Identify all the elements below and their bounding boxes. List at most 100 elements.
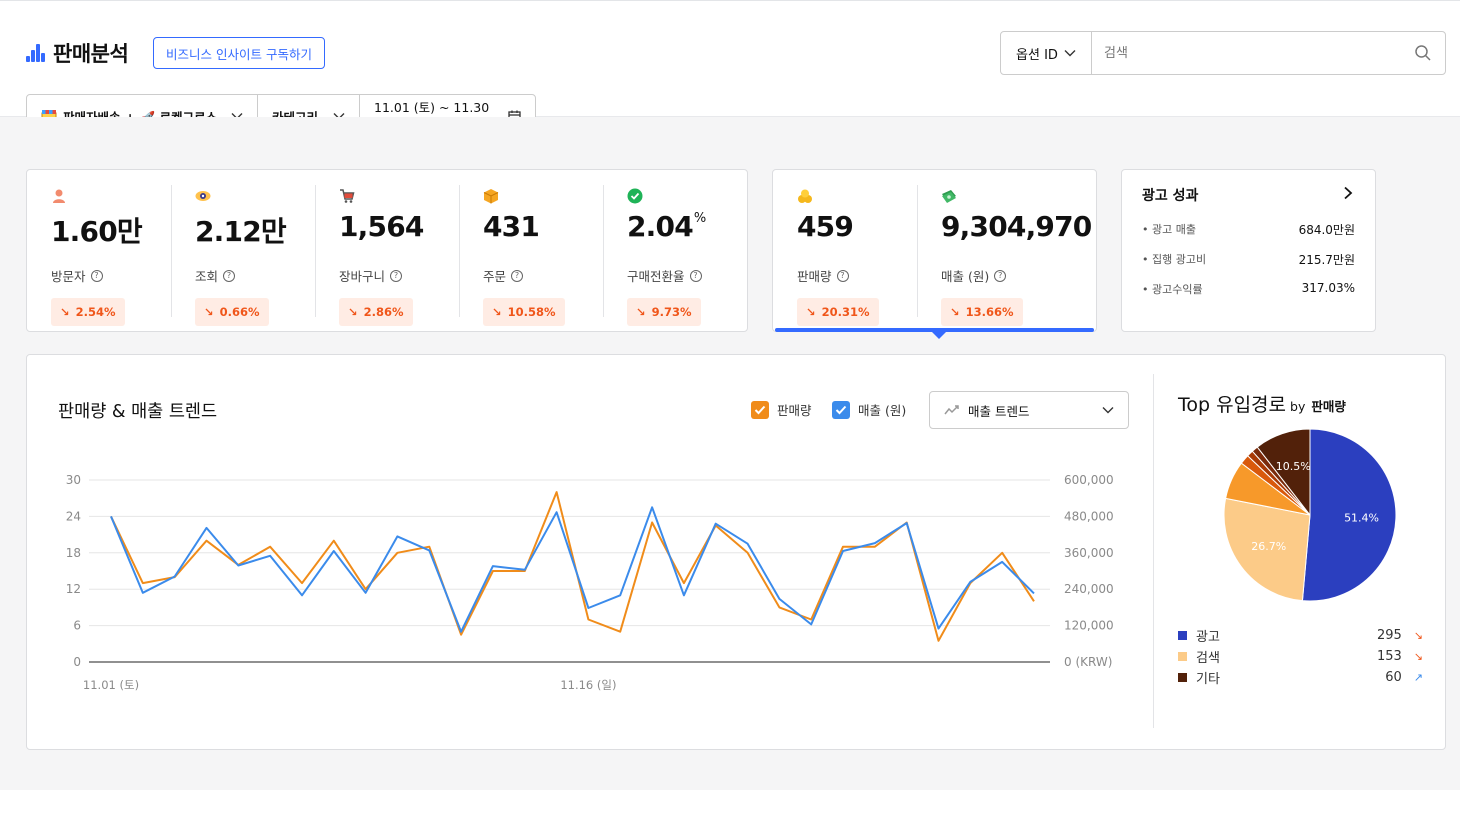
series-line-sales xyxy=(110,491,1035,642)
metric-label: 구매전환율? xyxy=(627,266,702,285)
series-line-revenue xyxy=(110,506,1035,633)
legend-swatch xyxy=(1178,672,1187,682)
y-right-tick-label: 600,000 xyxy=(1064,473,1114,487)
y-left-tick-label: 30 xyxy=(66,473,81,487)
cart-icon xyxy=(339,188,355,204)
ad-row-spend: • 집행 광고비 215.7만원 xyxy=(1142,253,1355,267)
funnel-metrics-card: 1.60만 방문자? ↘ 2.54% 2.12만 조회? ↘ 0.66% 1,564… xyxy=(26,169,748,332)
y-left-tick-label: 6 xyxy=(73,619,81,633)
trend-line-chart: 0 6 12 18 24 30 0 (KRW) 120,000 240,000 360,000 48… xyxy=(66,473,1114,692)
coins-icon xyxy=(797,188,813,204)
pie-legend-row: 기타 60 ↗ xyxy=(1178,668,1423,687)
ad-performance-card[interactable]: 광고 성과 • 광고 매출 684.0만원 • 집행 광고비 215.7만원 • 광… xyxy=(1121,169,1376,332)
metric-value: 431 xyxy=(483,210,540,243)
down-arrow-icon: ↘ xyxy=(492,305,502,319)
help-icon[interactable]: ? xyxy=(836,269,849,282)
subscribe-button[interactable]: 비즈니스 인사이트 구독하기 xyxy=(153,37,325,69)
metric-orders[interactable]: 431 주문? ↘ 10.58% xyxy=(459,188,603,326)
metric-label: 판매량? xyxy=(797,266,849,285)
down-arrow-icon: ↘ xyxy=(60,305,70,319)
selected-pointer xyxy=(932,332,946,339)
y-left-tick-label: 24 xyxy=(66,509,81,523)
search-icon[interactable] xyxy=(1401,32,1445,74)
help-icon[interactable]: ? xyxy=(511,269,524,282)
sales-metrics-card[interactable]: 459 판매량? ↘ 20.31% 9,304,970 매출 (원)? ↘ 13.6… xyxy=(772,169,1097,339)
trend-select-label: 매출 트렌드 xyxy=(968,403,1030,419)
change-badge: ↘ 9.73% xyxy=(627,298,701,326)
change-badge: ↘ 13.66% xyxy=(941,298,1023,326)
x-tick-label: 11.01 (토) xyxy=(83,678,139,692)
metric-revenue[interactable]: 9,304,970 매출 (원)? ↘ 13.66% xyxy=(917,188,1097,326)
eye-icon xyxy=(195,188,211,204)
metric-value: 9,304,970 xyxy=(941,210,1092,243)
metric-label: 방문자? xyxy=(51,266,103,285)
y-right-tick-label: 360,000 xyxy=(1064,546,1114,560)
y-left-tick-label: 12 xyxy=(66,582,81,596)
trend-type-select[interactable]: 매출 트렌드 xyxy=(929,391,1129,429)
metric-cart[interactable]: 1,564 장바구니? ↘ 2.86% xyxy=(315,188,459,326)
metric-conversion-rate[interactable]: 2.04% 구매전환율? ↘ 9.73% xyxy=(603,188,747,326)
y-left-tick-label: 0 xyxy=(73,655,81,669)
option-id-label: 옵션 ID xyxy=(1016,47,1058,63)
top-channels-pie-chart: 51.4% 26.7% 10.5% xyxy=(1223,428,1397,602)
help-icon[interactable]: ? xyxy=(223,269,236,282)
legend-swatch xyxy=(1178,651,1187,661)
pie-slice-label: 51.4% xyxy=(1344,511,1379,524)
chevron-down-icon xyxy=(1102,407,1114,414)
checkbox-checked-icon xyxy=(751,400,769,419)
chevron-down-icon xyxy=(1064,50,1076,57)
y-right-tick-label: 120,000 xyxy=(1064,619,1114,633)
pie-legend-row: 검색 153 ↘ xyxy=(1178,647,1423,666)
change-badge: ↘ 10.58% xyxy=(483,298,565,326)
pie-slice-label: 26.7% xyxy=(1251,540,1286,553)
metric-label: 매출 (원)? xyxy=(941,266,1007,285)
metric-sales-volume[interactable]: 459 판매량? ↘ 20.31% xyxy=(773,188,917,326)
metric-value: 1.60만 xyxy=(51,215,143,248)
check-icon xyxy=(627,188,643,204)
help-icon[interactable]: ? xyxy=(689,269,702,282)
pie-chart-title: Top 유입경로 by 판매량 xyxy=(1178,394,1346,416)
down-arrow-icon: ↘ xyxy=(348,305,358,319)
legend-swatch xyxy=(1178,630,1187,640)
option-id-select[interactable]: 옵션 ID xyxy=(1001,32,1092,74)
person-icon xyxy=(51,188,67,204)
metric-value: 2.04% xyxy=(627,210,706,243)
box-icon xyxy=(483,188,499,204)
search-input[interactable] xyxy=(1092,32,1401,74)
pie-legend-row: 광고 295 ↘ xyxy=(1178,626,1423,645)
help-icon[interactable]: ? xyxy=(90,269,103,282)
sales-analysis-page: 판매분석 비즈니스 인사이트 구독하기 옵션 ID 판매자배송 + 🚀 로켓그로… xyxy=(0,0,1460,817)
metric-visitors[interactable]: 1.60만 방문자? ↘ 2.54% xyxy=(27,188,171,326)
change-badge: ↘ 0.66% xyxy=(195,298,269,326)
legend-revenue-toggle[interactable]: 매출 (원) xyxy=(832,400,906,419)
down-arrow-icon: ↘ xyxy=(1413,628,1423,642)
option-search-bar: 옵션 ID xyxy=(1000,31,1446,75)
down-arrow-icon: ↘ xyxy=(806,305,816,319)
y-left-tick-label: 18 xyxy=(66,546,81,560)
help-icon[interactable]: ? xyxy=(390,269,403,282)
help-icon[interactable]: ? xyxy=(994,269,1007,282)
metric-views[interactable]: 2.12만 조회? ↘ 0.66% xyxy=(171,188,315,326)
footer-gap xyxy=(0,790,1460,817)
trend-chart-title: 판매량 & 매출 트렌드 xyxy=(58,402,218,422)
ad-row-roas: • 광고수익률 317.03% xyxy=(1142,281,1355,296)
x-tick-label: 11.16 (일) xyxy=(560,678,616,692)
change-badge: ↘ 20.31% xyxy=(797,298,879,326)
metric-value: 1,564 xyxy=(339,210,424,243)
up-arrow-icon: ↗ xyxy=(1413,670,1423,684)
chevron-right-icon[interactable] xyxy=(1343,186,1353,200)
y-right-tick-label: 480,000 xyxy=(1064,509,1114,523)
down-arrow-icon: ↘ xyxy=(1413,649,1423,663)
panel-divider xyxy=(1153,374,1154,728)
page-title: 판매분석 xyxy=(53,42,129,66)
ad-row-revenue: • 광고 매출 684.0만원 xyxy=(1142,223,1355,237)
bar-chart-icon xyxy=(26,44,46,62)
legend-sales-toggle[interactable]: 판매량 xyxy=(751,400,812,419)
metric-label: 장바구니? xyxy=(339,266,403,285)
checkbox-checked-icon xyxy=(832,400,850,419)
metric-value: 2.12만 xyxy=(195,215,287,248)
y-right-tick-label: 0 (KRW) xyxy=(1064,655,1112,669)
pie-slice-label: 10.5% xyxy=(1276,460,1311,473)
down-arrow-icon: ↘ xyxy=(204,305,214,319)
cash-icon xyxy=(941,188,957,204)
